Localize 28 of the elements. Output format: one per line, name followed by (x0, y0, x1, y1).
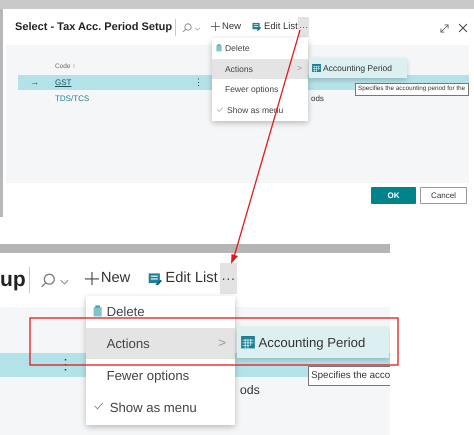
menu-item[interactable]: Delete (86, 296, 236, 327)
chevron-right-icon: > (297, 64, 302, 72)
menu-item[interactable]: Actions > (212, 58, 308, 78)
table-cell: ods (311, 95, 324, 103)
menu-item[interactable]: Fewer options (86, 360, 236, 390)
tooltip: Specifies the acco (308, 366, 390, 386)
more-options-button[interactable]: ··· (220, 263, 237, 294)
menu-item[interactable]: Show as menu (86, 391, 236, 422)
edit-list-button[interactable]: Edit List (252, 22, 298, 32)
row-arrow: → (30, 78, 39, 87)
menu-item[interactable]: Actions > (86, 328, 236, 359)
ok-button[interactable]: OK (371, 187, 416, 204)
edit-list-button[interactable]: Edit List (148, 271, 218, 286)
row-menu-button[interactable]: ⋮ (194, 78, 203, 87)
cancel-button[interactable]: Cancel (420, 187, 467, 204)
new-button[interactable]: New (84, 271, 130, 286)
new-button[interactable]: New (211, 22, 242, 32)
more-options-button[interactable]: ··· (298, 17, 309, 37)
chevron-right-icon: > (218, 336, 226, 350)
table-cell: ods (240, 384, 260, 397)
dialog-title: up (0, 269, 26, 290)
menu-item[interactable]: Delete (212, 38, 308, 58)
submenu-item[interactable]: Accounting Period (236, 326, 389, 358)
code-link[interactable]: GST (55, 79, 72, 87)
submenu-item[interactable]: Accounting Period (309, 58, 407, 78)
dialog-title: Select - Tax Acc. Period Setup (15, 22, 172, 33)
code-link[interactable]: TDS/TCS (55, 95, 90, 103)
menu-item[interactable]: Fewer options (212, 79, 308, 99)
